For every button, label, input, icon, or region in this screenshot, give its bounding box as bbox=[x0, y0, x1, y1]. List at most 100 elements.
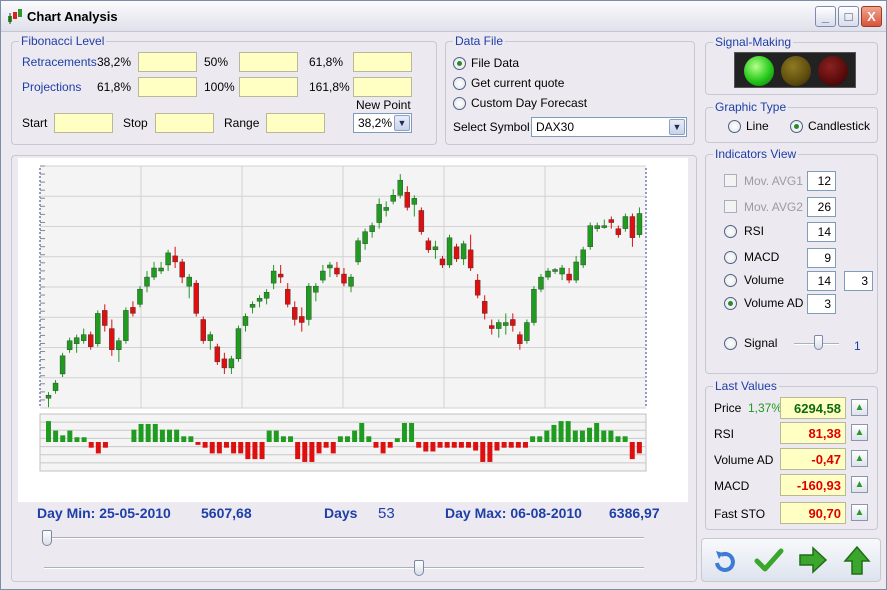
macd-last-value: -160,93 bbox=[780, 474, 846, 496]
chart-canvas[interactable] bbox=[18, 158, 688, 502]
fsto-last-label: Fast STO bbox=[714, 507, 766, 521]
up-arrow-icon[interactable] bbox=[840, 543, 874, 577]
indicator-bar bbox=[551, 424, 557, 442]
indicator-bar bbox=[594, 423, 600, 442]
price-value: 6294,58 bbox=[780, 397, 846, 419]
candle-body bbox=[573, 261, 579, 281]
indicator-bar bbox=[209, 442, 215, 454]
custom-forecast-radio[interactable] bbox=[453, 97, 466, 110]
candle-body bbox=[270, 270, 277, 284]
current-quote-radio[interactable] bbox=[453, 77, 466, 90]
volume-value[interactable]: 14 bbox=[807, 271, 836, 291]
refresh-icon[interactable] bbox=[708, 543, 742, 577]
checkmark-icon[interactable] bbox=[752, 543, 786, 577]
candle-body bbox=[460, 243, 467, 260]
indicator-bar bbox=[245, 442, 251, 460]
rsi-radio[interactable] bbox=[724, 225, 737, 238]
range-start-thumb[interactable] bbox=[42, 530, 52, 546]
indicator-bar bbox=[423, 442, 429, 452]
projection-field-1[interactable] bbox=[138, 77, 197, 97]
candle-body bbox=[552, 269, 558, 272]
candle-body bbox=[235, 328, 242, 360]
chevron-down-icon[interactable]: ▼ bbox=[669, 119, 685, 135]
volume-value-2[interactable]: 3 bbox=[844, 271, 873, 291]
candle-body bbox=[369, 225, 375, 232]
candle-body bbox=[256, 298, 263, 302]
candle-body bbox=[580, 249, 586, 266]
indicator-bar bbox=[501, 442, 507, 448]
candle-body bbox=[88, 334, 94, 347]
rsi-last-value: 81,38 bbox=[780, 422, 846, 444]
range-end-thumb[interactable] bbox=[413, 560, 424, 576]
indicator-bar bbox=[202, 442, 208, 448]
indicator-bar bbox=[522, 442, 528, 448]
close-button[interactable]: X bbox=[861, 6, 882, 27]
candle-body bbox=[594, 225, 600, 229]
range-start-track[interactable] bbox=[44, 537, 644, 539]
indicator-bar bbox=[466, 442, 472, 448]
candle-body bbox=[73, 337, 80, 344]
start-field[interactable] bbox=[54, 113, 113, 133]
indicator-bar bbox=[337, 436, 343, 442]
indicator-bar bbox=[138, 423, 144, 442]
indicator-bar bbox=[181, 436, 187, 442]
mov-avg1-checkbox[interactable] bbox=[724, 174, 737, 187]
candle-body bbox=[320, 270, 326, 281]
maximize-button[interactable]: □ bbox=[838, 6, 859, 27]
candlestick-chart[interactable] bbox=[18, 158, 688, 502]
green-light-icon bbox=[744, 56, 774, 86]
candle-body bbox=[334, 267, 340, 275]
candle-body bbox=[510, 319, 516, 326]
current-quote-label: Get current quote bbox=[471, 76, 565, 90]
volume-ad-value[interactable]: 3 bbox=[807, 294, 836, 314]
projection-field-3[interactable] bbox=[353, 77, 412, 97]
file-data-radio[interactable] bbox=[453, 57, 466, 70]
indicator-bar bbox=[437, 442, 443, 448]
candle-body bbox=[151, 267, 157, 278]
candle-body bbox=[193, 282, 199, 314]
projection-field-2[interactable] bbox=[239, 77, 298, 97]
volume-radio[interactable] bbox=[724, 274, 737, 287]
chart-panel: Day Min: 25-05-2010 5607,68 Days 53 Day … bbox=[11, 155, 697, 582]
retracement-field-3[interactable] bbox=[353, 52, 412, 72]
signal-radio[interactable] bbox=[724, 337, 737, 350]
candle-body bbox=[425, 240, 432, 251]
candle-body bbox=[474, 279, 481, 296]
symbol-select[interactable]: DAX30 ▼ bbox=[531, 117, 687, 137]
volume-ad-radio[interactable] bbox=[724, 297, 737, 310]
chevron-down-icon[interactable]: ▼ bbox=[394, 115, 410, 131]
macd-radio[interactable] bbox=[724, 251, 737, 264]
range-end-track[interactable] bbox=[44, 567, 644, 569]
retracement-field-2[interactable] bbox=[239, 52, 298, 72]
indicator-bar bbox=[409, 423, 415, 442]
up-arrow-icon: ▲ bbox=[851, 399, 868, 416]
indicators-legend: Indicators View bbox=[713, 147, 799, 161]
indicator-bar bbox=[167, 429, 173, 442]
range-field[interactable] bbox=[266, 113, 325, 133]
retracement-field-1[interactable] bbox=[138, 52, 197, 72]
range-label: Range bbox=[224, 116, 260, 130]
stop-field[interactable] bbox=[155, 113, 214, 133]
indicator-bar bbox=[295, 442, 301, 460]
indicator-bar bbox=[280, 436, 286, 442]
line-radio[interactable] bbox=[728, 120, 741, 133]
candle-body bbox=[397, 179, 403, 196]
macd-value[interactable]: 9 bbox=[807, 248, 836, 268]
mov-avg2-checkbox[interactable] bbox=[724, 200, 737, 213]
mov-avg2-value[interactable]: 26 bbox=[807, 197, 836, 217]
indicator-bar bbox=[330, 442, 336, 454]
indicator-bar bbox=[60, 435, 66, 442]
candle-body bbox=[566, 273, 572, 281]
indicator-bar bbox=[608, 430, 614, 442]
rsi-value[interactable]: 14 bbox=[807, 222, 836, 242]
title-bar[interactable]: Chart Analysis _ □ X bbox=[1, 1, 886, 32]
candle-body bbox=[496, 322, 502, 329]
signal-slider-thumb[interactable] bbox=[814, 335, 823, 350]
mov-avg1-value[interactable]: 12 bbox=[807, 171, 836, 191]
candlestick-radio[interactable] bbox=[790, 120, 803, 133]
indicators-group: Indicators View Mov. AVG1 12 Mov. AVG2 2… bbox=[705, 147, 878, 374]
next-arrow-icon[interactable] bbox=[796, 543, 830, 577]
macd-label: MACD bbox=[744, 250, 780, 264]
minimize-button[interactable]: _ bbox=[815, 6, 836, 27]
new-point-select[interactable]: 38,2% ▼ bbox=[353, 113, 412, 133]
